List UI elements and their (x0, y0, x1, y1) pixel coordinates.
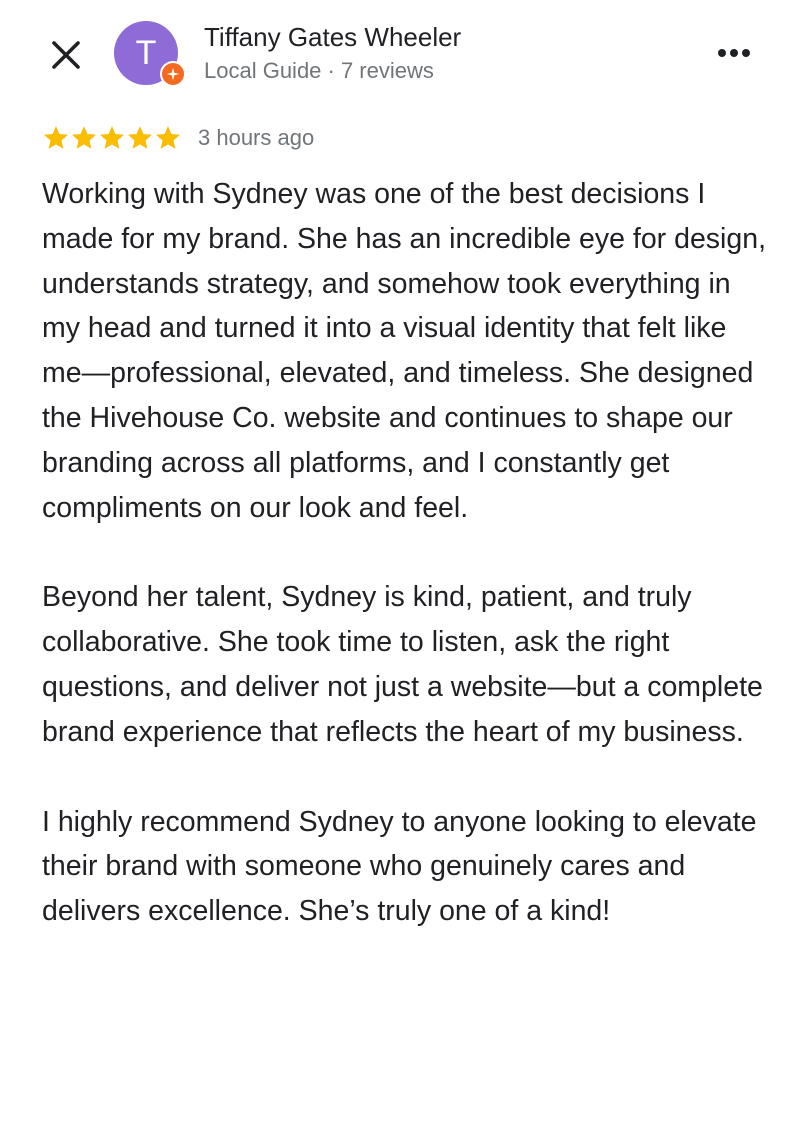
star-icon (43, 126, 69, 149)
close-icon (52, 41, 80, 69)
more-options-button[interactable] (712, 38, 756, 68)
star-icon (127, 126, 153, 149)
reviewer-avatar-container[interactable]: T (114, 21, 186, 89)
star-icon (99, 126, 125, 149)
review-paragraph: Working with Sydney was one of the best … (42, 178, 766, 524)
local-guide-star-icon (166, 67, 180, 81)
review-paragraph: Beyond her talent, Sydney is kind, patie… (42, 581, 763, 748)
review-text: Working with Sydney was one of the best … (42, 172, 772, 979)
rating-row: 3 hours ago (42, 120, 314, 156)
star-icon (155, 126, 181, 149)
reviewer-name[interactable]: Tiffany Gates Wheeler (204, 22, 461, 53)
review-time: 3 hours ago (198, 125, 315, 150)
review-header: T Tiffany Gates Wheeler Local Guide · 7 … (0, 0, 800, 110)
close-button[interactable] (44, 33, 88, 77)
star-icon (71, 126, 97, 149)
reviewer-meta: Local Guide · 7 reviews (204, 58, 434, 83)
review-paragraph: I highly recommend Sydney to anyone look… (42, 805, 757, 928)
more-horizontal-icon (718, 49, 750, 57)
local-guide-badge (160, 61, 186, 87)
star-rating (42, 124, 182, 152)
